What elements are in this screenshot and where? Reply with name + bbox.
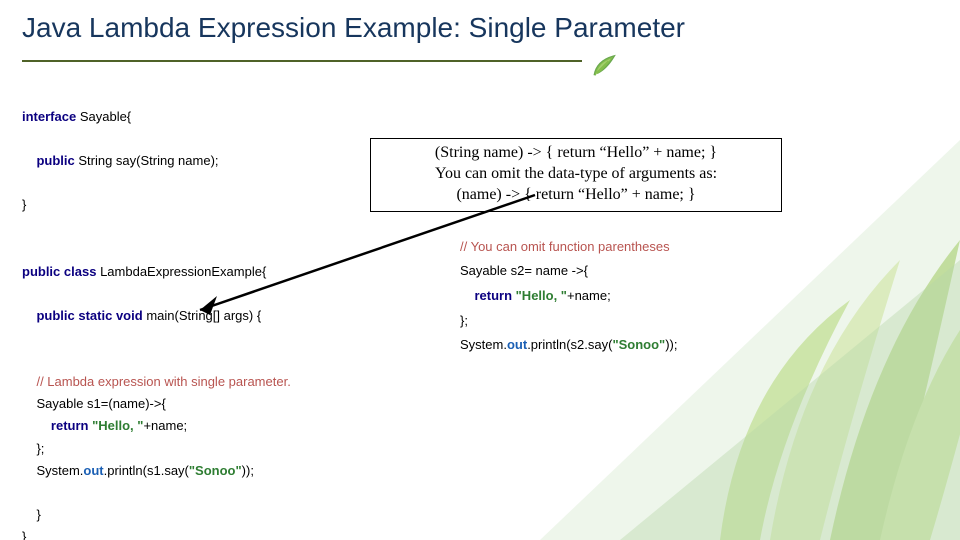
code-kw: return xyxy=(474,288,512,303)
code-text: } xyxy=(22,197,26,212)
code-kw: void xyxy=(116,308,143,323)
code-text: String say(String name); xyxy=(78,153,218,168)
code-text: main(String[] args) { xyxy=(146,308,261,323)
page-title: Java Lambda Expression Example: Single P… xyxy=(22,12,685,44)
callout-box: (String name) -> { return “Hello” + name… xyxy=(370,138,782,212)
code-kw: static xyxy=(78,308,112,323)
code-text: +name; xyxy=(567,288,611,303)
code-text: )); xyxy=(242,463,254,478)
code-kw: class xyxy=(64,264,97,279)
code-text: LambdaExpressionExample{ xyxy=(100,264,266,279)
code-block-right: // You can omit function parentheses Say… xyxy=(460,210,677,358)
callout-line: (String name) -> { return “Hello” + name… xyxy=(379,143,773,164)
code-text: Sayable s2= name ->{ xyxy=(460,263,588,278)
code-string: "Hello, " xyxy=(92,418,143,433)
code-text: Sayable s1=(name)->{ xyxy=(36,396,165,411)
code-text: } xyxy=(22,529,26,540)
code-kw: public xyxy=(22,264,60,279)
code-ref: out xyxy=(507,337,527,352)
code-string: "Sonoo" xyxy=(612,337,665,352)
callout-line: You can omit the data-type of arguments … xyxy=(379,164,773,185)
code-text: .println(s2.say( xyxy=(527,337,612,352)
callout-line: (name) -> { return “Hello” + name; } xyxy=(379,185,773,206)
code-text: }; xyxy=(460,313,468,328)
code-string: "Hello, " xyxy=(516,288,567,303)
leaf-icon xyxy=(590,52,618,80)
code-kw: public xyxy=(36,153,74,168)
code-text: } xyxy=(36,507,40,522)
code-text: .println(s1.say( xyxy=(104,463,189,478)
code-kw: return xyxy=(51,418,89,433)
code-text: Sayable{ xyxy=(80,109,131,124)
code-comment: // You can omit function parentheses xyxy=(460,239,670,254)
title-underline xyxy=(22,60,582,62)
code-text: System. xyxy=(36,463,83,478)
code-ref: out xyxy=(83,463,103,478)
code-string: "Sonoo" xyxy=(189,463,242,478)
code-text: System. xyxy=(460,337,507,352)
code-comment: // Lambda expression with single paramet… xyxy=(36,374,290,389)
code-text: )); xyxy=(665,337,677,352)
code-text: }; xyxy=(36,441,44,456)
code-text: +name; xyxy=(143,418,187,433)
code-kw: interface xyxy=(22,109,76,124)
code-kw: public xyxy=(36,308,74,323)
